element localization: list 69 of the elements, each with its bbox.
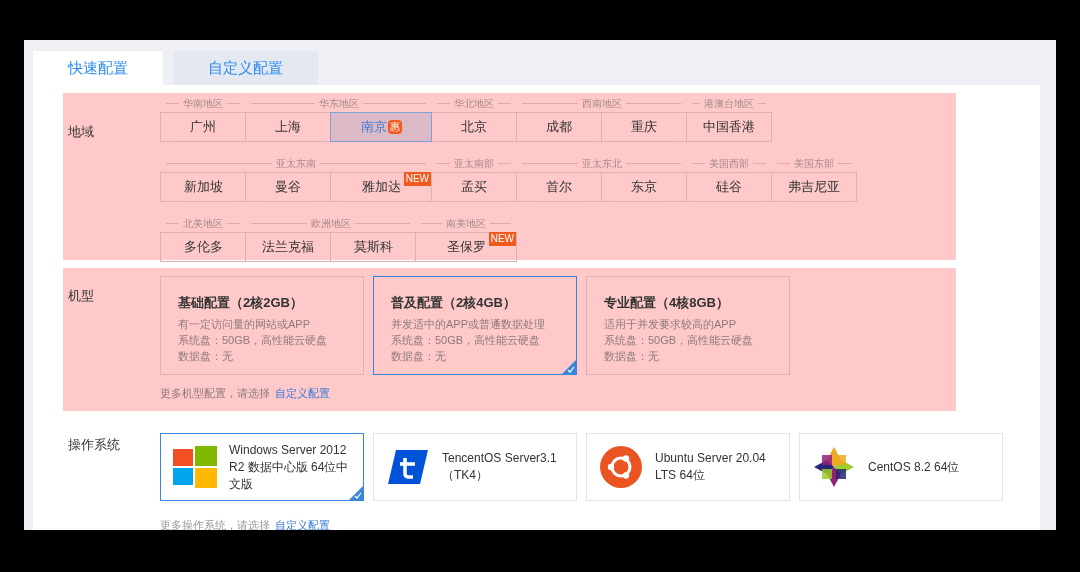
- section-label: 操作系统: [67, 436, 121, 454]
- instance-card[interactable]: 专业配置（4核8GB） 适用于并发要求较高的APP 系统盘：50GB，高性能云硬盘 数据盘：无: [586, 276, 790, 375]
- region-group-label: 欧洲地区: [310, 216, 351, 231]
- region-option[interactable]: 北京: [431, 112, 517, 142]
- region-option[interactable]: 曼谷: [245, 172, 331, 202]
- os-card[interactable]: TencentOS Server3.1（TK4）: [373, 433, 577, 501]
- card-title: 专业配置（4核8GB）: [604, 294, 730, 312]
- region-option[interactable]: 新加坡: [160, 172, 246, 202]
- region-group-label: 美国西部: [709, 156, 749, 171]
- region-group-label: 北美地区: [183, 216, 223, 231]
- new-badge: NEW: [403, 172, 431, 186]
- region-group-label: 华北地区: [454, 96, 494, 111]
- instance-card[interactable]: 基础配置（2核2GB） 有一定访问量的网站或APP 系统盘：50GB，高性能云硬盘 数据盘：无: [160, 276, 364, 375]
- region-option[interactable]: 雅加达 NEW: [330, 172, 432, 202]
- os-card[interactable]: Windows Server 2012 R2 数据中心版 64位中文版: [160, 433, 364, 501]
- region-group-label: 西南地区: [581, 96, 622, 111]
- card-detail: 系统盘：50GB，高性能云硬盘: [391, 332, 542, 348]
- windows-logo-icon: [173, 446, 217, 488]
- card-detail: 有一定访问量的网站或APP: [178, 316, 311, 332]
- region-option[interactable]: 首尔: [516, 172, 602, 202]
- card-detail: 数据盘：无: [604, 348, 660, 364]
- region-option[interactable]: 东京: [601, 172, 687, 202]
- region-group-label: 港澳台地区: [704, 96, 754, 111]
- check-corner-icon: [562, 360, 576, 374]
- region-option[interactable]: 圣保罗 NEW: [415, 232, 517, 262]
- card-detail: 并发适中的APP或普通数据处理: [391, 316, 546, 332]
- discount-badge: 惠: [387, 120, 402, 134]
- centos-logo-icon: [814, 447, 854, 487]
- os-name: Windows Server 2012 R2 数据中心版 64位中文版: [229, 441, 350, 493]
- check-corner-icon: [349, 486, 363, 500]
- hint-text: 更多机型配置，请选择: [160, 386, 270, 401]
- section-label: 机型: [67, 287, 95, 305]
- region-option[interactable]: 莫斯科: [330, 232, 416, 262]
- region-option[interactable]: 法兰克福: [245, 232, 331, 262]
- os-card[interactable]: Ubuntu Server 20.04 LTS 64位: [586, 433, 790, 501]
- os-name: TencentOS Server3.1（TK4）: [442, 450, 558, 484]
- region-option[interactable]: 中国香港: [686, 112, 772, 142]
- hint-text: 更多操作系统，请选择: [160, 518, 270, 530]
- region-group-label: 亚太东南: [276, 156, 316, 171]
- region-group-label: 南美地区: [446, 216, 486, 231]
- os-name: Ubuntu Server 20.04 LTS 64位: [655, 450, 767, 484]
- tab[interactable]: 快速配置: [33, 51, 163, 85]
- region-option[interactable]: 广州: [160, 112, 246, 142]
- os-name: CentOS 8.2 64位: [868, 458, 960, 476]
- section-label: 地域: [67, 123, 95, 141]
- card-detail: 数据盘：无: [391, 348, 447, 364]
- region-option[interactable]: 重庆: [601, 112, 687, 142]
- os-card[interactable]: CentOS 8.2 64位: [799, 433, 1003, 501]
- card-detail: 系统盘：50GB，高性能云硬盘: [178, 332, 329, 348]
- region-group-label: 亚太东北: [581, 156, 622, 171]
- region-option[interactable]: 硅谷: [686, 172, 772, 202]
- region-group-label: 美国东部: [794, 156, 834, 171]
- card-title: 普及配置（2核4GB）: [391, 294, 517, 312]
- card-detail: 数据盘：无: [178, 348, 234, 364]
- tencent-logo-icon: [388, 450, 428, 484]
- region-option[interactable]: 多伦多: [160, 232, 246, 262]
- region-option[interactable]: 弗吉尼亚: [771, 172, 857, 202]
- card-title: 基础配置（2核2GB）: [178, 294, 304, 312]
- card-detail: 适用于并发要求较高的APP: [604, 316, 737, 332]
- card-detail: 系统盘：50GB，高性能云硬盘: [604, 332, 755, 348]
- region-group-label: 华东地区: [318, 96, 359, 111]
- region-option[interactable]: 成都: [516, 112, 602, 142]
- ubuntu-logo-icon: [600, 446, 642, 488]
- new-badge: NEW: [488, 232, 516, 246]
- instance-card[interactable]: 普及配置（2核4GB） 并发适中的APP或普通数据处理 系统盘：50GB，高性能云硬盘 数据盘：无: [373, 276, 577, 375]
- region-group-label: 亚太南部: [454, 156, 494, 171]
- region-group-label: 华南地区: [183, 96, 223, 111]
- custom-config-link[interactable]: 自定义配置: [275, 517, 330, 530]
- region-option[interactable]: 孟买: [431, 172, 517, 202]
